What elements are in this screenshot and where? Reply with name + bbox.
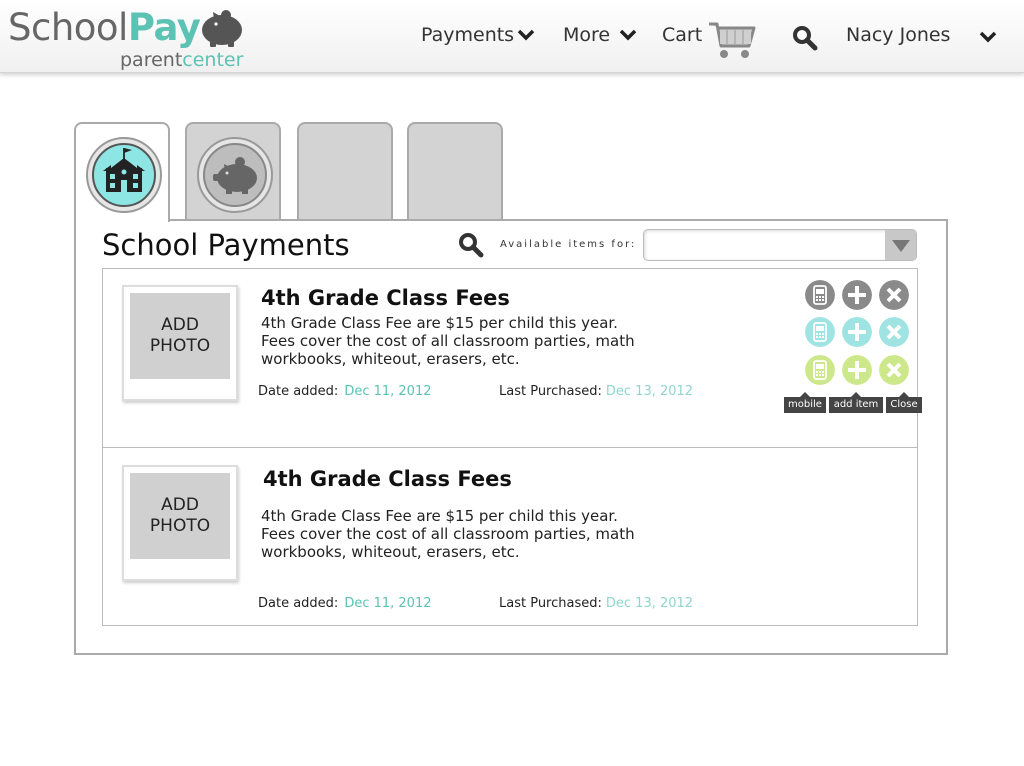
last-purchased-value: Dec 13, 2012 — [605, 384, 694, 399]
add-icon[interactable] — [842, 280, 872, 310]
add-icon-hover[interactable] — [842, 317, 872, 347]
item-description: 4th Grade Class Fee are $15 per child th… — [261, 507, 635, 561]
list-item: ADD PHOTO 4th Grade Class Fees 4th Grade… — [103, 269, 922, 448]
payment-items-list: ADD PHOTO 4th Grade Class Fees 4th Grade… — [102, 268, 922, 626]
top-header: SchoolPay parentcenter Payments More Car… — [0, 0, 1024, 73]
panel-title: School Payments — [102, 228, 350, 262]
payments-chevron-down-icon[interactable] — [517, 29, 535, 41]
nav-cart[interactable]: Cart — [662, 20, 702, 50]
piggy-bank-icon — [197, 137, 273, 213]
mobile-icon-active[interactable] — [805, 355, 835, 385]
nav-payments[interactable]: Payments — [421, 20, 514, 50]
tab-school[interactable] — [74, 122, 170, 222]
panel-search-icon[interactable] — [458, 232, 484, 258]
last-purchased: Last Purchased: Dec 13, 2012 — [499, 596, 693, 611]
user-chevron-down-icon[interactable] — [979, 31, 997, 43]
logo-sub-center: center — [182, 49, 244, 71]
add-photo-box[interactable]: ADD PHOTO — [122, 465, 238, 581]
more-chevron-down-icon[interactable] — [619, 29, 637, 41]
last-purchased-value: Dec 13, 2012 — [605, 596, 694, 611]
date-added-value: Dec 11, 2012 — [344, 384, 432, 399]
tab-empty-4[interactable] — [407, 122, 503, 220]
date-added-label: Date added: — [258, 384, 339, 399]
add-photo-box[interactable]: ADD PHOTO — [122, 285, 238, 401]
item-description: 4th Grade Class Fee are $15 per child th… — [261, 314, 635, 368]
nav-more[interactable]: More — [563, 20, 610, 50]
piggy-bank-logo-icon — [202, 10, 242, 47]
date-added: Date added: Dec 11, 2012 — [258, 596, 432, 611]
last-purchased: Last Purchased: Dec 13, 2012 — [499, 384, 693, 399]
date-added: Date added: Dec 11, 2012 — [258, 384, 432, 399]
available-items-label: Available items for: — [500, 239, 637, 250]
schoolpay-logo[interactable]: SchoolPay parentcenter — [8, 6, 248, 71]
close-icon[interactable] — [879, 280, 909, 310]
date-added-value: Dec 11, 2012 — [344, 596, 432, 611]
logo-subtitle: parentcenter — [120, 50, 243, 70]
available-items-select[interactable] — [643, 229, 917, 261]
shopping-cart-icon[interactable] — [707, 18, 757, 60]
logo-sub-parent: parent — [120, 49, 183, 71]
search-icon[interactable] — [792, 25, 818, 51]
select-dropdown-button[interactable] — [885, 230, 916, 260]
add-photo-label: ADD PHOTO — [130, 473, 230, 559]
item-title: 4th Grade Class Fees — [263, 467, 512, 491]
school-building-icon — [86, 137, 162, 213]
last-purchased-label: Last Purchased: — [499, 384, 602, 399]
last-purchased-label: Last Purchased: — [499, 596, 602, 611]
mobile-icon-hover[interactable] — [805, 317, 835, 347]
triangle-down-icon — [892, 240, 910, 252]
date-added-label: Date added: — [258, 596, 339, 611]
add-photo-label: ADD PHOTO — [130, 293, 230, 379]
mobile-tooltip: mobile — [784, 392, 826, 413]
close-tooltip: Close — [886, 392, 922, 413]
add-icon-active[interactable] — [842, 355, 872, 385]
add-item-tooltip: add item — [829, 392, 883, 413]
tab-empty-3[interactable] — [297, 122, 393, 220]
mobile-icon[interactable] — [805, 280, 835, 310]
logo-word-pay: Pay — [127, 6, 201, 49]
close-icon-active[interactable] — [879, 355, 909, 385]
tab-savings[interactable] — [185, 122, 281, 220]
logo-word-school: School — [8, 6, 128, 49]
item-title: 4th Grade Class Fees — [261, 286, 510, 310]
close-icon-hover[interactable] — [879, 317, 909, 347]
nav-user-name[interactable]: Nacy Jones — [846, 20, 950, 50]
logo-wordmark: SchoolPay — [8, 6, 201, 49]
list-item: ADD PHOTO 4th Grade Class Fees 4th Grade… — [103, 448, 917, 626]
